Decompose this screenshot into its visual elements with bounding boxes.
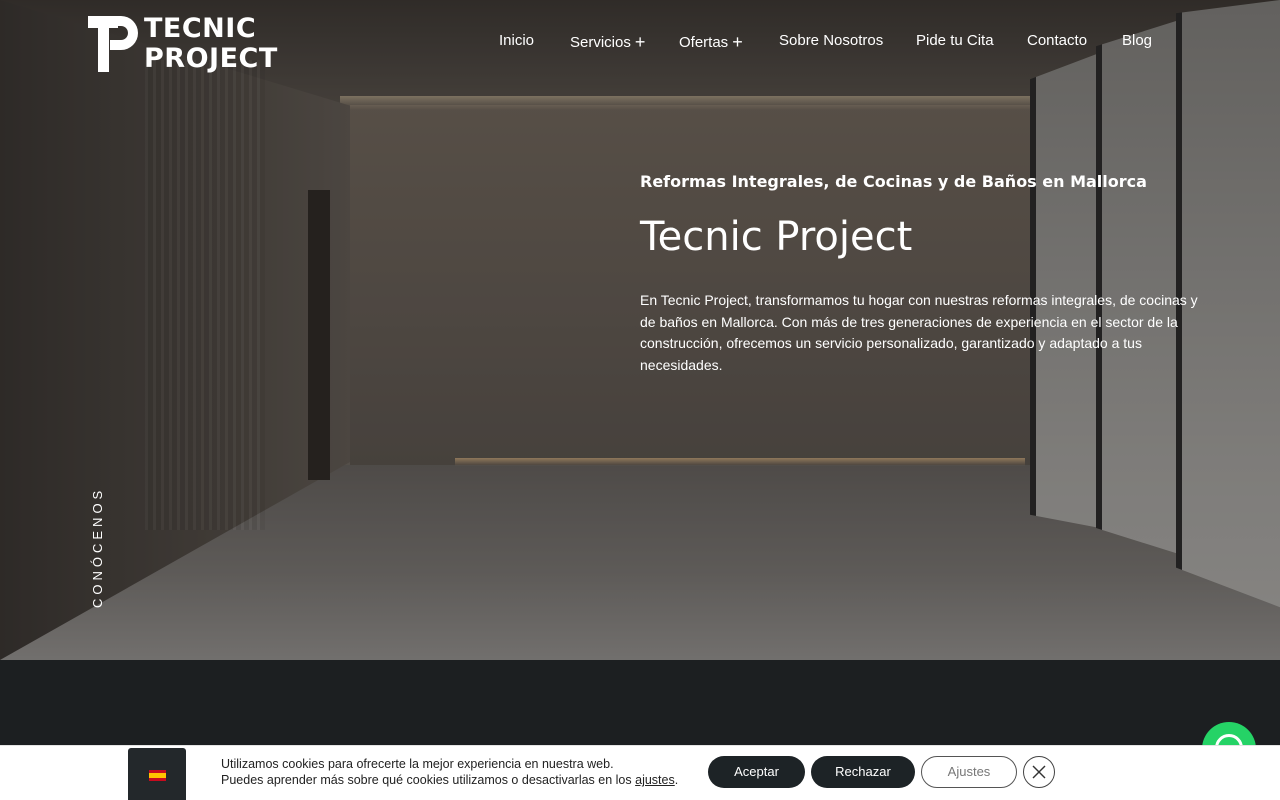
hero-title: Tecnic Project xyxy=(640,214,913,260)
nav-item-label: Sobre Nosotros xyxy=(779,32,884,49)
nav-item-ofertas[interactable]: Ofertas + xyxy=(679,32,743,53)
conocenos-link[interactable]: CONÓCENOS xyxy=(90,487,105,608)
accept-cookies-button[interactable]: Aceptar xyxy=(708,756,805,788)
cookie-message-line-2-text: Puedes aprender más sobre qué cookies ut… xyxy=(221,773,636,787)
nav-item-label: Inicio xyxy=(499,32,535,49)
nav-item-label: Blog xyxy=(1122,32,1153,49)
nav-item-label: Servicios xyxy=(570,34,631,51)
cookie-settings-button[interactable]: Ajustes xyxy=(921,756,1017,788)
nav-item-pide-tu-cita[interactable]: Pide tu Cita xyxy=(916,32,994,49)
nav-item-servicios[interactable]: Servicios + xyxy=(570,32,645,53)
cookie-message-line-2-suffix: . xyxy=(674,773,679,787)
cookie-message-line-2: Puedes aprender más sobre qué cookies ut… xyxy=(221,772,678,788)
plus-icon: + xyxy=(634,32,646,52)
spain-flag-icon xyxy=(149,770,166,781)
cookie-message: Utilizamos cookies para ofrecerte la mej… xyxy=(221,756,678,788)
hero-subtitle: Reformas Integrales, de Cocinas y de Bañ… xyxy=(640,172,1147,191)
plus-icon: + xyxy=(732,32,743,52)
reject-cookies-button[interactable]: Rechazar xyxy=(811,756,915,788)
nav-item-contacto[interactable]: Contacto xyxy=(1027,32,1087,49)
nav-item-blog[interactable]: Blog xyxy=(1122,32,1152,49)
close-cookie-bar-button[interactable] xyxy=(1023,756,1055,788)
nav-item-label: Ofertas xyxy=(679,34,729,51)
language-switcher[interactable] xyxy=(128,748,186,800)
hero-description: En Tecnic Project, transformamos tu hoga… xyxy=(640,292,1198,373)
close-icon xyxy=(1032,765,1046,779)
nav-item-label: Contacto xyxy=(1027,32,1088,49)
cookie-settings-link[interactable]: ajustes xyxy=(635,773,675,787)
cookie-message-line-1: Utilizamos cookies para ofrecerte la mej… xyxy=(221,757,614,771)
nav-item-label: Pide tu Cita xyxy=(916,32,994,49)
nav-item-inicio[interactable]: Inicio xyxy=(499,32,534,49)
main-nav: Inicio Servicios + Ofertas + Sobre Nosotro… xyxy=(0,32,1280,54)
nav-item-sobre-nosotros[interactable]: Sobre Nosotros xyxy=(779,32,883,49)
